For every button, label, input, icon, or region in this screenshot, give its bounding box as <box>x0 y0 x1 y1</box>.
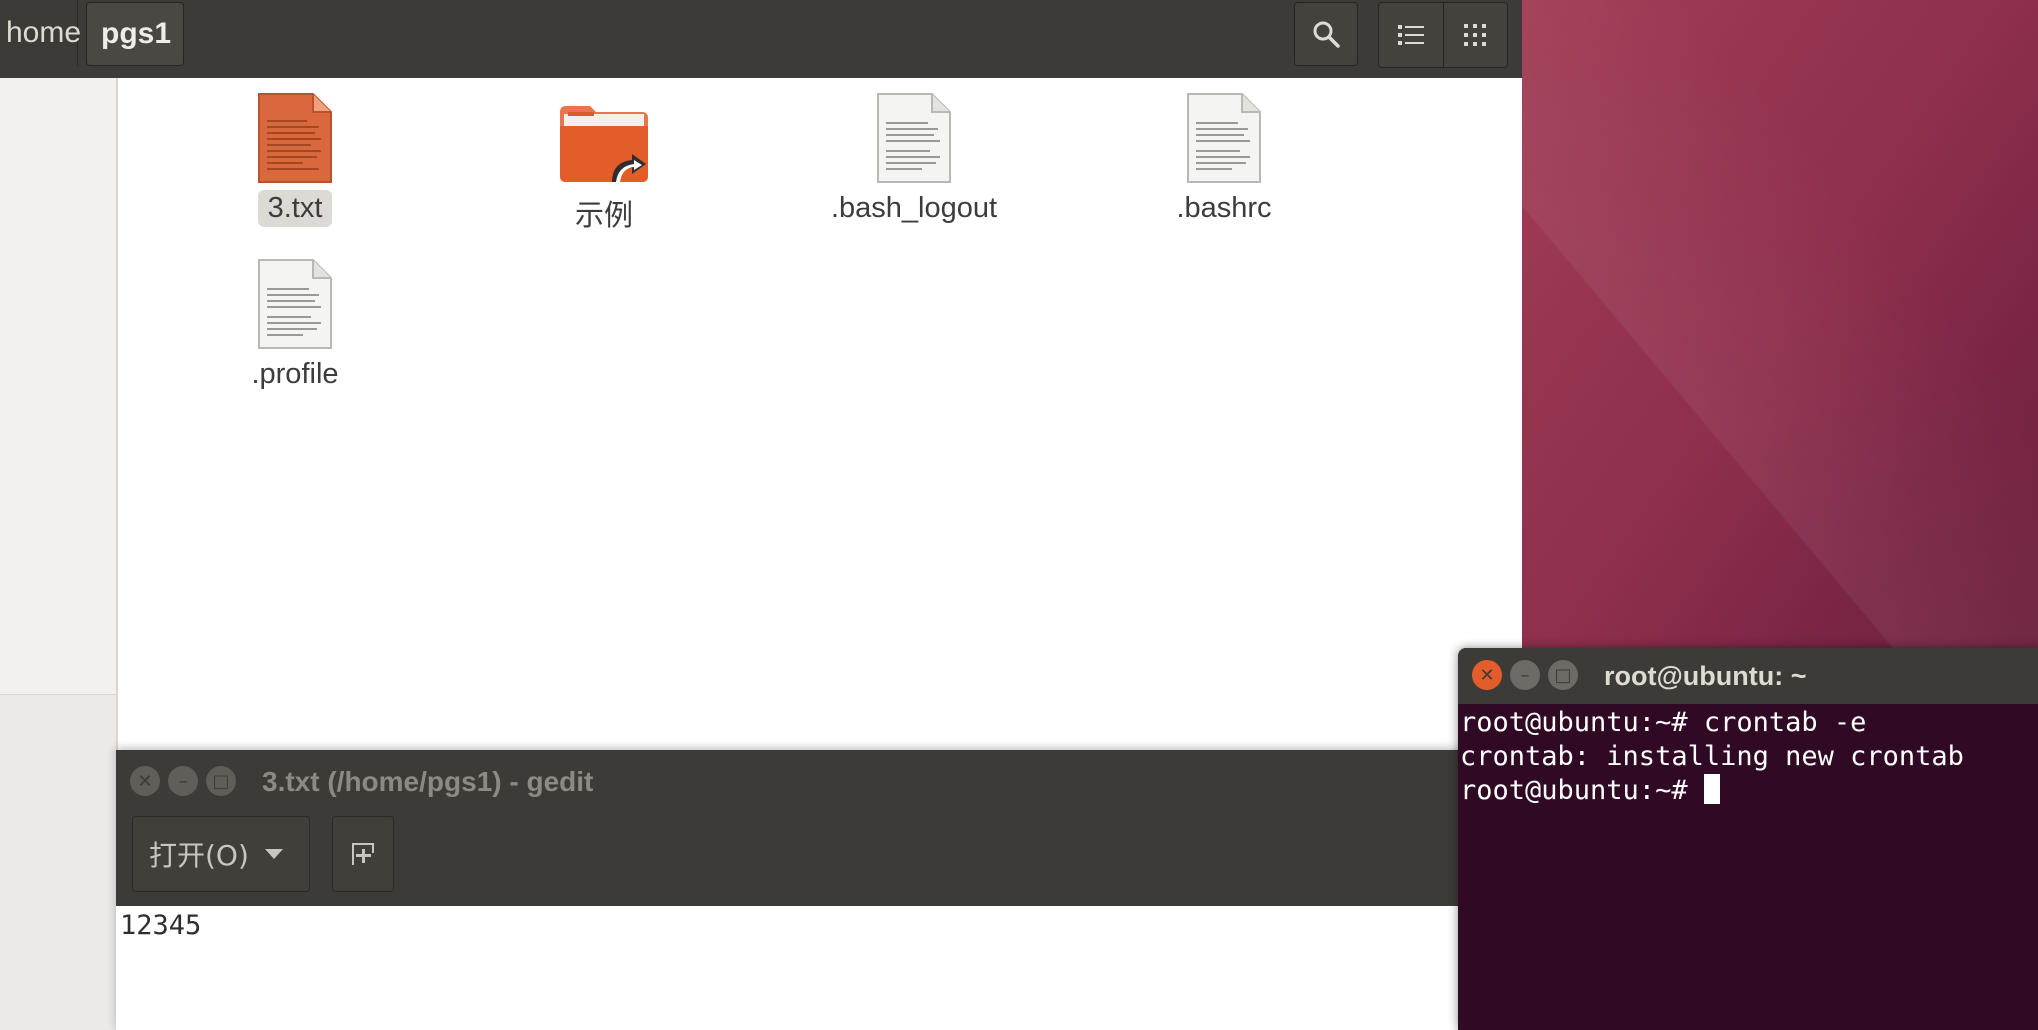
list-view-button[interactable] <box>1379 3 1444 67</box>
terminal-prompt: root@ubuntu:~# <box>1460 775 1704 806</box>
maximize-button[interactable]: □ <box>206 766 236 796</box>
terminal-window: ✕ – □ root@ubuntu: ~ root@ubuntu:~# cron… <box>1458 648 2038 1030</box>
gedit-window: ✕ – □ 3.txt (/home/pgs1) - gedit 打开(O) 1… <box>116 750 1470 1030</box>
terminal-titlebar: ✕ – □ root@ubuntu: ~ <box>1458 648 2038 704</box>
close-icon: ✕ <box>137 770 153 792</box>
file-name: .bashrc <box>1176 192 1272 224</box>
list-view-icon <box>1397 25 1424 45</box>
terminal-output[interactable]: root@ubuntu:~# crontab -e crontab: instal… <box>1460 706 2038 1030</box>
folder-link-icon <box>560 106 648 182</box>
text-cursor <box>1703 774 1720 804</box>
open-button[interactable]: 打开(O) <box>132 816 310 892</box>
file-item-bash-logout[interactable]: .bash_logout <box>804 92 1024 227</box>
places-sidebar[interactable] <box>0 78 118 1030</box>
chevron-down-icon <box>264 849 283 859</box>
minimize-button[interactable]: – <box>168 766 198 796</box>
grid-view-icon <box>1464 24 1487 46</box>
open-button-label: 打开(O) <box>149 839 249 872</box>
gedit-titlebar: ✕ – □ 3.txt (/home/pgs1) - gedit 打开(O) <box>116 750 1470 906</box>
text-file-icon <box>877 93 951 183</box>
minimize-button[interactable]: – <box>1510 660 1540 690</box>
new-document-button[interactable] <box>332 816 394 892</box>
terminal-prompt-line: root@ubuntu:~# <box>1460 774 2038 808</box>
search-button[interactable] <box>1294 2 1358 66</box>
terminal-line: crontab: installing new crontab <box>1460 741 1964 772</box>
text-file-icon <box>1187 93 1261 183</box>
search-icon <box>1313 21 1340 48</box>
document-text[interactable]: 12345 <box>120 910 201 941</box>
view-switcher <box>1378 2 1508 68</box>
file-name: 3.txt <box>257 190 333 227</box>
file-item-bashrc[interactable]: .bashrc <box>1114 92 1334 227</box>
file-name: .profile <box>251 358 339 390</box>
minimize-icon: – <box>1520 664 1530 686</box>
window-title: 3.txt (/home/pgs1) - gedit <box>262 766 594 797</box>
file-item-examples[interactable]: 示例 <box>494 104 714 236</box>
close-icon: ✕ <box>1479 664 1495 686</box>
new-document-icon <box>352 843 374 865</box>
close-button[interactable]: ✕ <box>130 766 160 796</box>
maximize-button[interactable]: □ <box>1548 660 1578 690</box>
text-file-icon <box>258 259 332 349</box>
file-item-3-txt[interactable]: 3.txt <box>185 92 405 227</box>
minimize-icon: – <box>178 770 188 792</box>
terminal-line: root@ubuntu:~# crontab -e <box>1460 707 1867 738</box>
file-name: .bash_logout <box>830 192 998 224</box>
breadcrumb-pgs1[interactable]: pgs1 <box>86 2 184 66</box>
file-item-profile[interactable]: .profile <box>185 258 405 393</box>
file-name: 示例 <box>574 200 633 232</box>
close-button[interactable]: ✕ <box>1472 660 1502 690</box>
maximize-icon: □ <box>1554 664 1572 686</box>
breadcrumb-home[interactable]: home <box>0 0 81 66</box>
sidebar-lower-section <box>0 695 116 1030</box>
text-file-orange-icon <box>258 93 332 183</box>
file-manager-header: home pgs1 <box>0 0 1522 79</box>
grid-view-button[interactable] <box>1444 3 1508 67</box>
maximize-icon: □ <box>212 770 230 792</box>
window-title: root@ubuntu: ~ <box>1604 661 1807 691</box>
